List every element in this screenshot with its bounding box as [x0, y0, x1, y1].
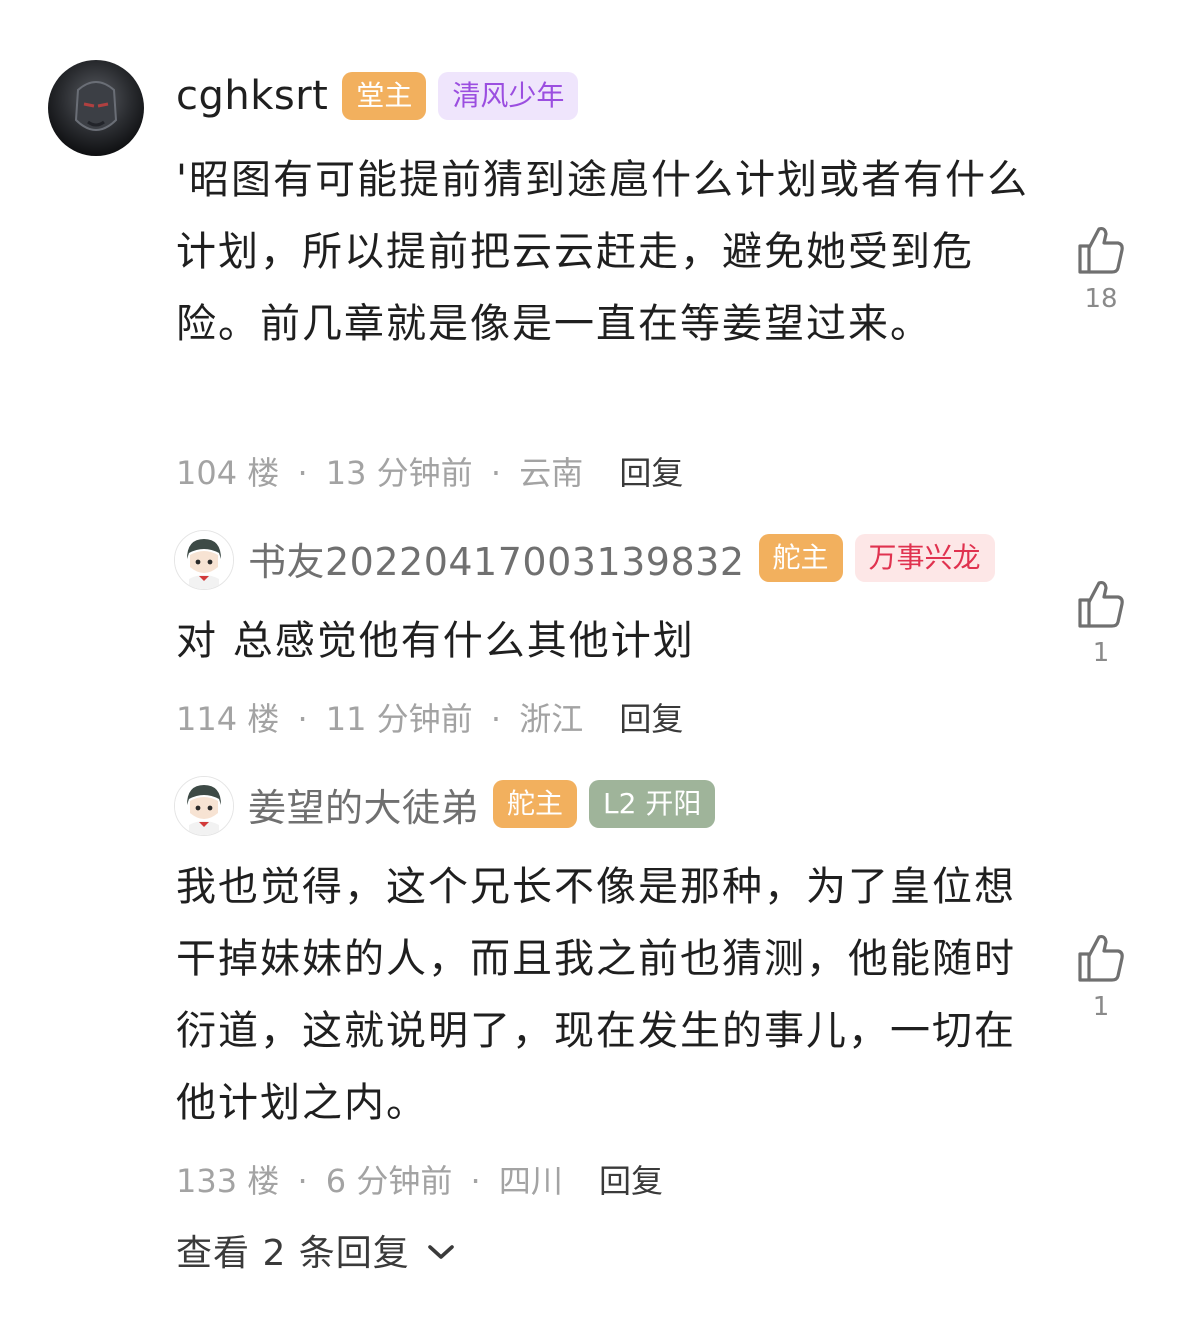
avatar[interactable]	[174, 530, 234, 590]
comment-time: 13 分钟前	[325, 454, 473, 492]
comment-text: '昭图有可能提前猜到途扈什么计划或者有什么计划，所以提前把云云赶走，避免她受到危…	[176, 157, 1029, 347]
comment-location: 云南	[519, 454, 584, 492]
view-replies-label: 查看 2 条回复	[176, 1233, 410, 1274]
reply-button[interactable]: 回复	[619, 700, 683, 738]
meta-separator: ·	[297, 700, 308, 738]
meta-separator: ·	[490, 700, 502, 738]
avatar[interactable]	[48, 60, 144, 156]
role-badge: 舵主	[758, 534, 843, 582]
thumbs-up-icon	[1070, 578, 1132, 630]
comment-meta: 114 楼 · 11 分钟前 · 浙江 回复	[176, 694, 683, 740]
meta-separator: ·	[490, 454, 502, 492]
comment-location: 四川	[498, 1162, 563, 1200]
role-badge: 堂主	[342, 72, 427, 120]
view-replies-button[interactable]: 查看 2 条回复	[176, 1224, 456, 1276]
role-badge: 舵主	[493, 780, 578, 828]
thumbs-up-icon	[1070, 224, 1132, 276]
comment-text: 我也觉得，这个兄长不像是那种，为了皇位想干掉妹妹的人，而且我之前也猜测，他能随时…	[176, 864, 1016, 1126]
like-count: 1	[1092, 638, 1110, 668]
reply-button[interactable]: 回复	[599, 1162, 663, 1200]
username[interactable]: 书友20220417003139832	[248, 531, 745, 586]
like-button[interactable]: 1	[1070, 932, 1132, 1022]
reply-button[interactable]: 回复	[619, 454, 683, 492]
like-count: 1	[1092, 992, 1110, 1022]
comment-meta: 104 楼 · 13 分钟前 · 云南 回复	[176, 448, 683, 494]
comment-text: 对 总感觉他有什么其他计划	[176, 618, 695, 664]
comment-meta: 133 楼 · 6 分钟前 · 四川 回复	[176, 1156, 663, 1202]
chevron-down-icon	[426, 1230, 456, 1271]
level-badge: L2 开阳	[589, 780, 716, 828]
meta-separator: ·	[470, 1162, 481, 1200]
meta-separator: ·	[297, 1162, 308, 1200]
title-badge: 清风少年	[438, 72, 579, 120]
comment-time: 11 分钟前	[325, 700, 473, 738]
like-button[interactable]: 1	[1070, 578, 1132, 668]
username[interactable]: cghksrt	[176, 73, 328, 119]
like-button[interactable]: 18	[1070, 224, 1132, 314]
comment-time: 6 分钟前	[325, 1162, 453, 1200]
comment-location: 浙江	[519, 700, 584, 738]
meta-separator: ·	[297, 454, 308, 492]
floor-number: 114 楼	[176, 700, 280, 738]
like-count: 18	[1084, 284, 1118, 314]
floor-number: 104 楼	[176, 454, 280, 492]
avatar[interactable]	[174, 776, 234, 836]
username[interactable]: 姜望的大徒弟	[248, 777, 479, 832]
title-badge: 万事兴龙	[854, 534, 995, 582]
thumbs-up-icon	[1070, 932, 1132, 984]
floor-number: 133 楼	[176, 1162, 280, 1200]
